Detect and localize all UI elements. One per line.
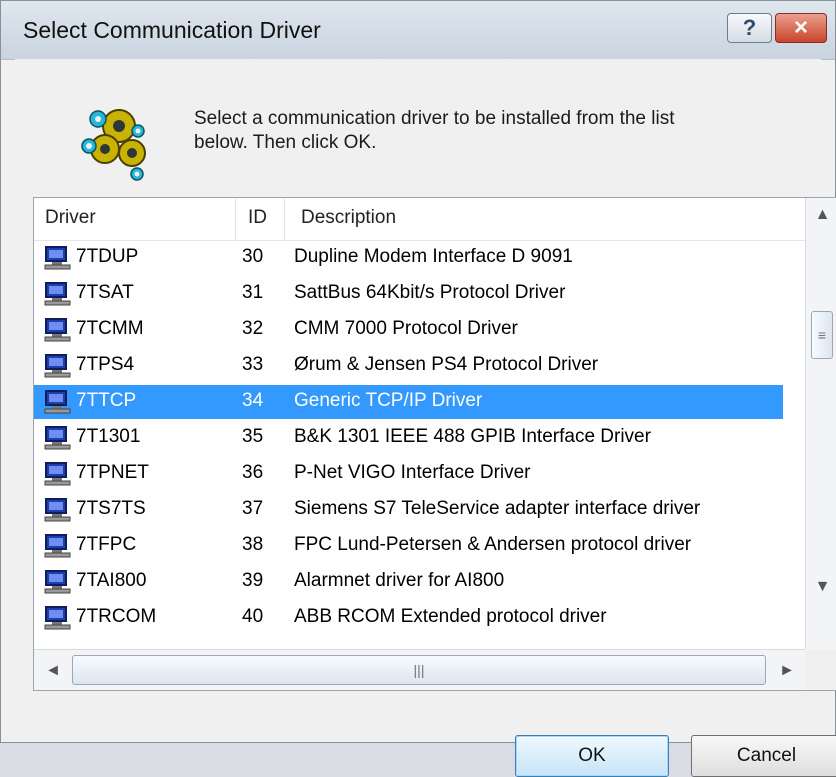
driver-description: Ørum & Jensen PS4 Protocol Driver xyxy=(294,354,599,375)
driver-description: P-Net VIGO Interface Driver xyxy=(294,462,531,483)
scroll-grip-icon: ||| xyxy=(413,662,425,678)
scroll-right-arrow[interactable]: ► xyxy=(768,650,806,690)
driver-name: 7TPS4 xyxy=(76,354,135,375)
computer-icon xyxy=(44,390,71,414)
table-row[interactable]: 7TFPC 38 FPC Lund-Petersen & Andersen pr… xyxy=(34,529,805,563)
driver-name: 7T1301 xyxy=(76,426,141,447)
driver-description: B&K 1301 IEEE 488 GPIB Interface Driver xyxy=(294,426,651,447)
driver-description: ABB RCOM Extended protocol driver xyxy=(294,606,607,627)
scrollbar-corner xyxy=(805,649,836,690)
table-row[interactable]: 7TPNET 36 P-Net VIGO Interface Driver xyxy=(34,457,805,491)
driver-id: 33 xyxy=(242,354,264,375)
description-column-header[interactable]: Description xyxy=(301,207,396,229)
horizontal-scrollbar[interactable]: ◄ ||| ► xyxy=(34,649,836,690)
driver-name: 7TRCOM xyxy=(76,606,157,627)
id-column-header[interactable]: ID xyxy=(248,207,267,229)
table-row[interactable]: 7TDUP 30 Dupline Modem Interface D 9091 xyxy=(34,241,805,275)
driver-name: 7TTCP xyxy=(76,390,137,411)
help-button[interactable]: ? xyxy=(727,13,772,43)
driver-description: Dupline Modem Interface D 9091 xyxy=(294,246,573,267)
table-row[interactable]: 7T1301 35 B&K 1301 IEEE 488 GPIB Interfa… xyxy=(34,421,805,455)
driver-id: 39 xyxy=(242,570,264,591)
computer-icon xyxy=(44,534,71,558)
computer-icon xyxy=(44,282,71,306)
driver-description: CMM 7000 Protocol Driver xyxy=(294,318,518,339)
driver-name: 7TAI800 xyxy=(76,570,147,591)
dialog-title: Select Communication Driver xyxy=(23,17,321,43)
driver-column-header[interactable]: Driver xyxy=(45,207,96,229)
driver-name: 7TSAT xyxy=(76,282,134,303)
table-row[interactable]: 7TS7TS 37 Siemens S7 TeleService adapter… xyxy=(34,493,805,527)
horizontal-scroll-thumb[interactable]: ||| xyxy=(72,655,766,685)
driver-id: 30 xyxy=(242,246,264,267)
scroll-grip-icon: ≡ xyxy=(817,327,827,343)
driver-name: 7TFPC xyxy=(76,534,137,555)
cancel-button[interactable]: Cancel xyxy=(691,735,836,777)
vertical-scroll-thumb[interactable]: ≡ xyxy=(811,311,833,359)
computer-icon xyxy=(44,462,71,486)
computer-icon xyxy=(44,606,71,630)
driver-id: 34 xyxy=(242,390,264,411)
computer-icon xyxy=(44,570,71,594)
driver-name: 7TDUP xyxy=(76,246,139,267)
table-row[interactable]: 7TAI800 39 Alarmnet driver for AI800 xyxy=(34,565,805,599)
driver-description: FPC Lund-Petersen & Andersen protocol dr… xyxy=(294,534,692,555)
titlebar[interactable]: Select Communication Driver ? × xyxy=(1,1,835,60)
dialog-content: Select a communication driver to be inst… xyxy=(15,59,836,777)
scroll-down-arrow[interactable]: ▼ xyxy=(806,570,836,604)
driver-name: 7TCMM xyxy=(76,318,144,339)
table-row[interactable]: 7TCMM 32 CMM 7000 Protocol Driver xyxy=(34,313,805,347)
computer-icon xyxy=(44,318,71,342)
scroll-up-arrow[interactable]: ▲ xyxy=(806,198,836,232)
computer-icon xyxy=(44,498,71,522)
driver-description: Alarmnet driver for AI800 xyxy=(294,570,505,591)
driver-id: 31 xyxy=(242,282,264,303)
computer-icon xyxy=(44,246,71,270)
driver-name: 7TS7TS xyxy=(76,498,146,519)
driver-id: 36 xyxy=(242,462,264,483)
instruction-text: Select a communication driver to be inst… xyxy=(194,108,675,153)
column-divider[interactable] xyxy=(284,198,285,240)
table-row[interactable]: 7TRCOM 40 ABB RCOM Extended protocol dri… xyxy=(34,601,805,635)
driver-list[interactable]: Driver ID Description 7TDUP 30 Dupline M… xyxy=(33,197,836,691)
driver-id: 37 xyxy=(242,498,264,519)
computer-icon xyxy=(44,354,71,378)
list-rows: 7TDUP 30 Dupline Modem Interface D 9091 … xyxy=(34,240,805,645)
driver-description: Generic TCP/IP Driver xyxy=(294,390,483,411)
list-header: Driver ID Description xyxy=(34,198,805,241)
table-row[interactable]: 7TPS4 33 Ørum & Jensen PS4 Protocol Driv… xyxy=(34,349,805,383)
table-row[interactable]: 7TTCP 34 Generic TCP/IP Driver xyxy=(34,385,783,419)
ok-button[interactable]: OK xyxy=(515,735,669,777)
scroll-left-arrow[interactable]: ◄ xyxy=(34,650,72,690)
driver-id: 32 xyxy=(242,318,264,339)
vertical-scrollbar[interactable]: ▲ ≡ ▼ xyxy=(805,198,836,649)
driver-id: 38 xyxy=(242,534,264,555)
select-communication-driver-dialog: Select Communication Driver ? × Select a… xyxy=(0,0,836,777)
close-button[interactable]: × xyxy=(775,13,827,43)
column-divider[interactable] xyxy=(235,198,236,240)
driver-description: Siemens S7 TeleService adapter interface… xyxy=(294,498,701,519)
gear-cluster-icon xyxy=(81,109,146,181)
driver-id: 35 xyxy=(242,426,264,447)
table-row[interactable]: 7TSAT 31 SattBus 64Kbit/s Protocol Drive… xyxy=(34,277,805,311)
computer-icon xyxy=(44,426,71,450)
driver-description: SattBus 64Kbit/s Protocol Driver xyxy=(294,282,566,303)
driver-name: 7TPNET xyxy=(76,462,149,483)
driver-id: 40 xyxy=(242,606,264,627)
